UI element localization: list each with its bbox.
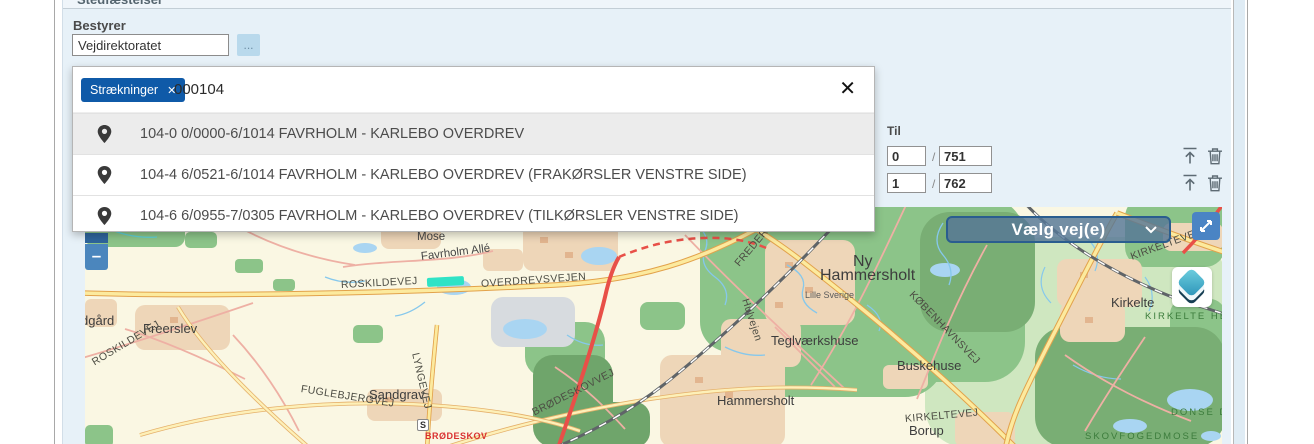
map-label: Teglværkshuse [771, 333, 858, 348]
browse-button[interactable]: ... [237, 34, 260, 56]
search-result-row[interactable]: 104-4 6/0521-6/1014 FAVRHOLM - KARLEBO O… [73, 154, 874, 195]
map-label: Kirkelte [1111, 295, 1154, 310]
zoom-out-button[interactable]: – [85, 244, 108, 270]
move-to-top-icon[interactable] [1181, 174, 1199, 192]
map-pin-icon [97, 125, 112, 143]
til-row1-left-input[interactable] [887, 146, 926, 166]
bestyrer-label: Bestyrer [73, 18, 126, 33]
select-road-button[interactable]: Vælg vej(e) [946, 216, 1171, 243]
slash-separator: / [932, 177, 935, 191]
map-label: Hammersholt [820, 267, 915, 285]
search-row: Strækninger ✕ 000104 ✕ [73, 67, 874, 113]
left-border [54, 0, 55, 444]
result-text: 104-4 6/0521-6/1014 FAVRHOLM - KARLEBO O… [140, 167, 747, 183]
selected-road-highlight [427, 276, 464, 287]
slash-separator: / [932, 150, 935, 164]
search-result-row[interactable]: 104-6 6/0955-7/0305 FAVRHOLM - KARLEBO O… [73, 195, 874, 236]
result-text: 104-0 0/0000-6/1014 FAVRHOLM - KARLEBO O… [140, 126, 524, 142]
map-label: dgård [85, 313, 114, 328]
til-row2-right-input[interactable] [939, 173, 992, 193]
search-query[interactable]: 000104 [174, 78, 224, 102]
result-text: 104-6 6/0955-7/0305 FAVRHOLM - KARLEBO O… [140, 208, 738, 224]
scrollbar-track[interactable] [1234, 0, 1245, 444]
fieldset-legend: Stedfæstelser [73, 0, 167, 7]
zoom-control: – [85, 233, 108, 270]
expand-icon [1198, 218, 1214, 234]
app-window: Stedfæstelser Bestyrer ... Strækninger ✕… [0, 0, 1314, 444]
straekninger-tag[interactable]: Strækninger ✕ [81, 78, 185, 102]
expand-map-button[interactable] [1192, 212, 1220, 240]
map-label: Borup [909, 423, 944, 438]
map-label: KIRKELTE HE [1145, 311, 1222, 322]
bestyrer-input[interactable] [72, 34, 229, 56]
chevron-down-icon [1145, 226, 1157, 234]
map-pin-icon [97, 166, 112, 184]
map-canvas[interactable]: MoseFavrholm AlléROSKILDEVEJOVERDREVSVEJ… [85, 207, 1222, 444]
tag-label: Strækninger [90, 83, 158, 97]
map-label: SKOVFOGEDMOSE [1085, 431, 1199, 442]
map-label: BRØDESKOV [425, 431, 488, 441]
search-result-row[interactable]: 104-0 0/0000-6/1014 FAVRHOLM - KARLEBO O… [73, 113, 874, 154]
map-label: Lille Sverige [805, 290, 854, 300]
select-road-label: Vælg vej(e) [1012, 220, 1106, 239]
til-label: Til [887, 124, 901, 138]
til-row2-left-input[interactable] [887, 173, 926, 193]
clear-search-icon[interactable]: ✕ [839, 75, 856, 103]
search-dropdown: Strækninger ✕ 000104 ✕ 104-0 0/0000-6/10… [72, 66, 875, 232]
layers-button[interactable] [1172, 267, 1212, 307]
til-row1-right-input[interactable] [939, 146, 992, 166]
delete-icon[interactable] [1206, 174, 1224, 192]
map-label: DONSE D [1171, 407, 1222, 418]
map-label: S [417, 419, 429, 431]
fieldset-border: Stedfæstelser [63, 0, 1231, 9]
delete-icon[interactable] [1206, 147, 1224, 165]
divider [1247, 0, 1248, 444]
map-label: Buskehuse [897, 358, 961, 373]
map-pin-icon [97, 207, 112, 225]
move-to-top-icon[interactable] [1181, 147, 1199, 165]
map-label: Hammersholt [717, 393, 794, 408]
